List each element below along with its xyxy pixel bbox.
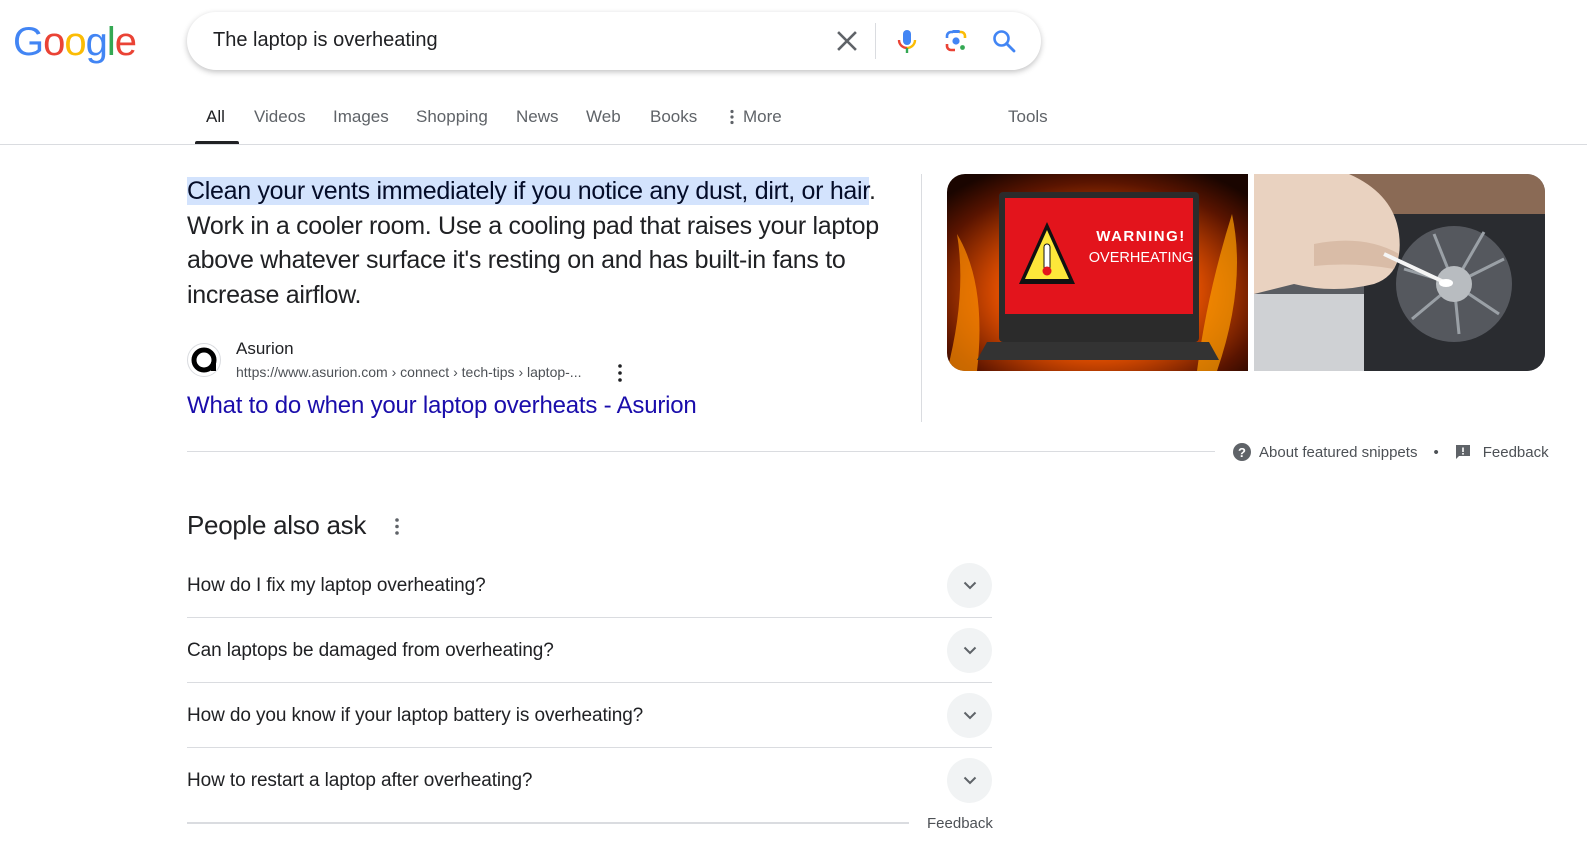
tools-button[interactable]: Tools xyxy=(1008,107,1048,127)
paa-question-text: Can laptops be damaged from overheating? xyxy=(187,640,554,661)
paa-question[interactable]: How do you know if your laptop battery i… xyxy=(187,683,992,748)
search-box[interactable]: The laptop is overheating xyxy=(187,12,1041,70)
logo-letter: G xyxy=(13,20,44,64)
search-icon[interactable] xyxy=(990,27,1018,55)
paa-question-text: How do I fix my laptop overheating? xyxy=(187,575,486,596)
source-url[interactable]: https://www.asurion.com › connect › tech… xyxy=(236,364,581,380)
image-overheating-text: OVERHEATING xyxy=(1089,250,1193,266)
about-featured-snippets-link[interactable]: About featured snippets xyxy=(1259,444,1417,461)
logo-letter: o xyxy=(64,20,86,64)
tab-web[interactable]: Web xyxy=(586,107,621,127)
logo-letter: l xyxy=(106,20,116,64)
snippet-image-fan-cleaning[interactable] xyxy=(1254,174,1545,371)
source-favicon[interactable] xyxy=(187,343,221,377)
close-icon[interactable] xyxy=(833,27,861,55)
result-title-link[interactable]: What to do when your laptop overheats - … xyxy=(187,392,697,420)
chevron-down-icon[interactable] xyxy=(947,758,992,803)
paa-question[interactable]: Can laptops be damaged from overheating? xyxy=(187,618,992,683)
snippet-image-warning[interactable]: WARNING! OVERHEATING xyxy=(947,174,1248,371)
snippet-bottom-divider xyxy=(187,451,1215,452)
paa-question-text: How to restart a laptop after overheatin… xyxy=(187,770,533,791)
snippet-divider xyxy=(921,174,922,422)
feedback-icon[interactable] xyxy=(1455,444,1471,460)
separator-dot: • xyxy=(1433,443,1439,461)
search-tabs: All Videos Images Shopping News Web Book… xyxy=(0,96,1587,145)
paa-question[interactable]: How do I fix my laptop overheating? xyxy=(187,553,992,618)
tab-all[interactable]: All xyxy=(206,107,225,127)
help-icon[interactable]: ? xyxy=(1233,443,1251,461)
more-options-icon[interactable] xyxy=(612,362,628,384)
snippet-highlight: Clean your vents immediately if you noti… xyxy=(187,177,869,205)
chevron-down-icon[interactable] xyxy=(947,563,992,608)
tab-more-label: More xyxy=(743,107,782,126)
paa-bottom-divider xyxy=(187,822,909,824)
search-divider xyxy=(875,23,876,59)
chevron-down-icon[interactable] xyxy=(947,628,992,673)
paa-more-options-icon[interactable] xyxy=(389,515,405,539)
tab-news[interactable]: News xyxy=(516,107,559,127)
logo-letter: g xyxy=(85,20,108,64)
paa-feedback-link[interactable]: Feedback xyxy=(927,815,993,832)
logo-letter: e xyxy=(114,20,137,64)
featured-snippet-text: Clean your vents immediately if you noti… xyxy=(187,174,887,312)
tab-shopping[interactable]: Shopping xyxy=(416,107,488,127)
active-tab-indicator xyxy=(195,141,239,144)
google-logo[interactable]: Google xyxy=(13,20,137,64)
tab-more[interactable]: More xyxy=(730,107,782,127)
image-warning-text: WARNING! xyxy=(1096,228,1186,245)
paa-question-text: How do you know if your laptop battery i… xyxy=(187,705,644,726)
source-name[interactable]: Asurion xyxy=(236,339,294,359)
paa-question[interactable]: How to restart a laptop after overheatin… xyxy=(187,748,992,813)
tab-videos[interactable]: Videos xyxy=(254,107,306,127)
tab-books[interactable]: Books xyxy=(650,107,697,127)
more-vert-icon xyxy=(730,109,734,125)
search-input[interactable]: The laptop is overheating xyxy=(213,29,438,52)
logo-letter: o xyxy=(43,20,65,64)
about-featured-snippets-row: ? About featured snippets • Feedback xyxy=(1233,443,1549,461)
chevron-down-icon[interactable] xyxy=(947,693,992,738)
microphone-icon[interactable] xyxy=(893,27,921,55)
feedback-link[interactable]: Feedback xyxy=(1483,444,1549,461)
camera-lens-icon[interactable] xyxy=(942,27,970,55)
tab-images[interactable]: Images xyxy=(333,107,389,127)
people-also-ask-heading: People also ask xyxy=(187,510,367,540)
